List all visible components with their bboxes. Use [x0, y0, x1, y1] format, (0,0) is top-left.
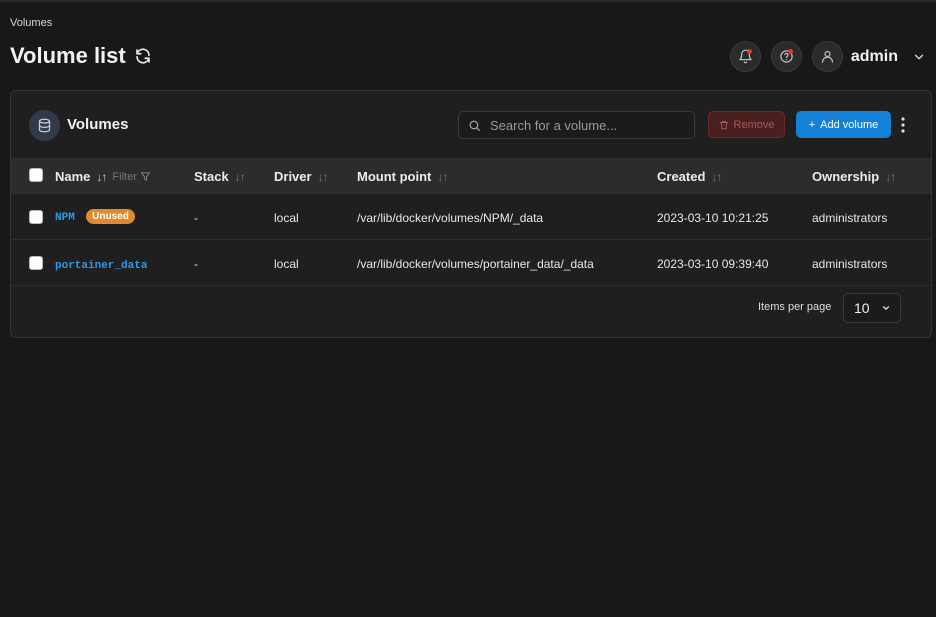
trash-icon [719, 120, 728, 129]
driver-cell: local [274, 211, 299, 225]
column-ownership[interactable]: Ownership ↓↑ [812, 169, 896, 184]
status-badge: Unused [86, 209, 135, 224]
sort-icon[interactable]: ↓↑ [96, 170, 107, 184]
top-divider [0, 0, 936, 2]
column-driver-label: Driver [274, 169, 312, 184]
row-checkbox[interactable] [29, 256, 43, 270]
volumes-panel: Volumes Remove + Add volume Name ↓↑ [10, 90, 932, 338]
table-header: Name ↓↑ Filter Stack ↓↑ Driver ↓↑ Mount … [11, 158, 931, 194]
column-name[interactable]: Name ↓↑ Filter [55, 169, 151, 184]
help-button[interactable] [770, 41, 802, 72]
column-mount-label: Mount point [357, 169, 432, 184]
user-icon [821, 50, 833, 63]
sort-icon[interactable]: ↓↑ [318, 170, 329, 184]
search-icon [469, 120, 480, 131]
column-created[interactable]: Created ↓↑ [657, 169, 722, 184]
search-input[interactable] [490, 117, 690, 133]
column-stack-label: Stack [194, 169, 229, 184]
items-per-page-value: 10 [854, 300, 870, 316]
breadcrumb[interactable]: Volumes [10, 17, 52, 29]
table-row: NPM Unused - local /var/lib/docker/volum… [11, 194, 931, 240]
volume-link[interactable]: NPM [55, 212, 75, 224]
mount-point-cell: /var/lib/docker/volumes/portainer_data/_… [357, 257, 594, 271]
search-box[interactable] [458, 111, 695, 139]
filter-button[interactable]: Filter [112, 171, 150, 183]
volume-link[interactable]: portainer_data [55, 260, 147, 272]
sort-icon[interactable]: ↓↑ [711, 170, 722, 184]
add-volume-button[interactable]: + Add volume [796, 111, 891, 138]
column-driver[interactable]: Driver ↓↑ [274, 169, 329, 184]
column-stack[interactable]: Stack ↓↑ [194, 169, 246, 184]
created-cell: 2023-03-10 10:21:25 [657, 211, 769, 225]
plus-icon: + [808, 118, 816, 131]
chevron-down-icon [882, 306, 890, 310]
created-cell: 2023-03-10 09:39:40 [657, 257, 769, 271]
name-cell: NPM Unused [55, 209, 135, 224]
sort-icon[interactable]: ↓↑ [437, 170, 448, 184]
page-title: Volume list [10, 43, 152, 69]
refresh-icon[interactable] [134, 47, 152, 65]
table-footer: Items per page 10 [11, 287, 931, 337]
items-per-page-select[interactable]: 10 [843, 293, 901, 323]
avatar [811, 41, 843, 72]
sort-icon[interactable]: ↓↑ [885, 170, 896, 184]
notifications-button[interactable] [729, 41, 761, 72]
select-all-checkbox[interactable] [29, 168, 43, 182]
page-title-text: Volume list [10, 43, 126, 68]
ownership-cell: administrators [812, 211, 888, 225]
column-ownership-label: Ownership [812, 169, 880, 184]
panel-title: Volumes [67, 116, 129, 133]
table-row: portainer_data - local /var/lib/docker/v… [11, 240, 931, 286]
panel-header: Volumes Remove + Add volume [11, 91, 931, 158]
remove-button[interactable]: Remove [708, 111, 785, 138]
column-mount-point[interactable]: Mount point ↓↑ [357, 169, 448, 184]
driver-cell: local [274, 257, 299, 271]
more-options-icon[interactable] [899, 115, 907, 135]
add-volume-label: Add volume [820, 118, 879, 131]
database-icon [29, 110, 60, 141]
header-actions: admin [729, 41, 926, 72]
user-menu[interactable]: admin [811, 41, 926, 72]
filter-icon [140, 172, 150, 181]
name-cell: portainer_data [55, 257, 147, 272]
column-created-label: Created [657, 169, 706, 184]
column-name-label: Name [55, 169, 91, 184]
sort-icon[interactable]: ↓↑ [235, 170, 246, 184]
stack-cell: - [194, 211, 198, 225]
notification-dot [746, 49, 752, 54]
remove-label: Remove [733, 118, 775, 131]
row-checkbox[interactable] [29, 210, 43, 224]
items-per-page-label: Items per page [758, 301, 832, 313]
ownership-cell: administrators [812, 257, 888, 271]
mount-point-cell: /var/lib/docker/volumes/NPM/_data [357, 211, 544, 225]
stack-cell: - [194, 257, 198, 271]
filter-label: Filter [112, 170, 137, 183]
chevron-down-icon[interactable] [912, 50, 926, 64]
help-dot [787, 49, 793, 54]
username: admin [850, 47, 898, 65]
